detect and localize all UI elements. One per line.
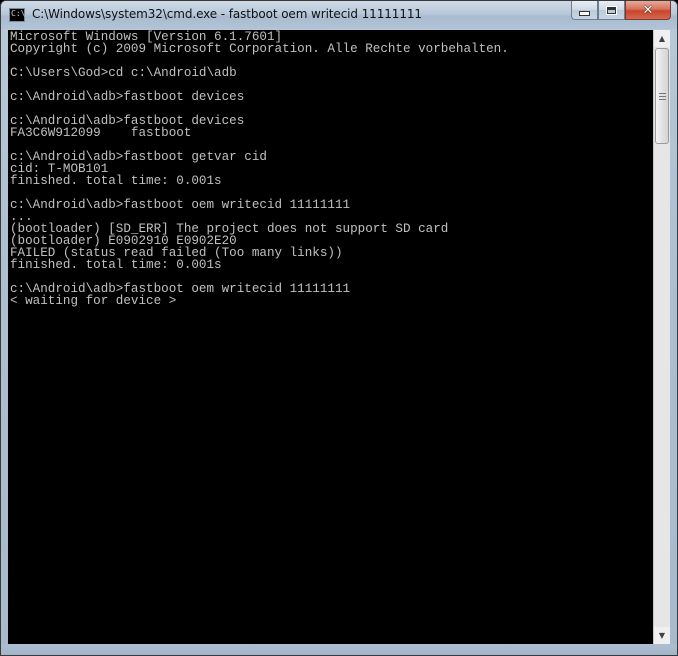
close-button[interactable]: ✕ xyxy=(625,1,671,20)
vertical-scrollbar[interactable]: ▲ ▼ xyxy=(653,30,670,644)
caption-buttons: ✕ xyxy=(571,1,671,20)
title-bar[interactable]: C:\ C:\Windows\system32\cmd.exe - fastbo… xyxy=(1,1,677,29)
console-line: c:\Android\adb>fastboot devices xyxy=(10,90,245,104)
console-line: Copyright (c) 2009 Microsoft Corporation… xyxy=(10,42,509,56)
scroll-up-button[interactable]: ▲ xyxy=(654,30,670,47)
console-lines: Microsoft Windows [Version 6.1.7601] Copy… xyxy=(8,30,653,308)
close-icon: ✕ xyxy=(642,2,654,18)
scroll-down-arrow-icon: ▼ xyxy=(658,631,666,640)
console-line: finished. total time: 0.001s xyxy=(10,258,222,272)
console-line: FA3C6W912099 fastboot xyxy=(10,126,192,140)
scroll-down-button[interactable]: ▼ xyxy=(654,627,670,644)
minimize-button[interactable] xyxy=(571,1,598,20)
maximize-button[interactable] xyxy=(598,1,625,20)
minimize-icon xyxy=(579,10,590,16)
console-line: finished. total time: 0.001s xyxy=(10,174,222,188)
console-output[interactable]: Microsoft Windows [Version 6.1.7601] Copy… xyxy=(8,30,653,644)
window-bottom-frame xyxy=(1,644,677,655)
cmd-icon-glyph: C:\ xyxy=(11,9,26,18)
cmd-window: C:\ C:\Windows\system32\cmd.exe - fastbo… xyxy=(0,0,678,656)
scroll-up-arrow-icon: ▲ xyxy=(658,34,666,43)
grip-icon xyxy=(658,92,666,100)
console-line: c:\Android\adb>fastboot oem writecid 111… xyxy=(10,198,351,212)
cmd-icon[interactable]: C:\ xyxy=(9,8,25,22)
window-title: C:\Windows\system32\cmd.exe - fastboot o… xyxy=(32,7,422,21)
scrollbar-thumb[interactable] xyxy=(655,48,669,144)
console-line: C:\Users\God>cd c:\Android\adb xyxy=(10,66,237,80)
maximize-icon xyxy=(606,5,617,15)
console-line: < waiting for device > xyxy=(10,294,177,308)
